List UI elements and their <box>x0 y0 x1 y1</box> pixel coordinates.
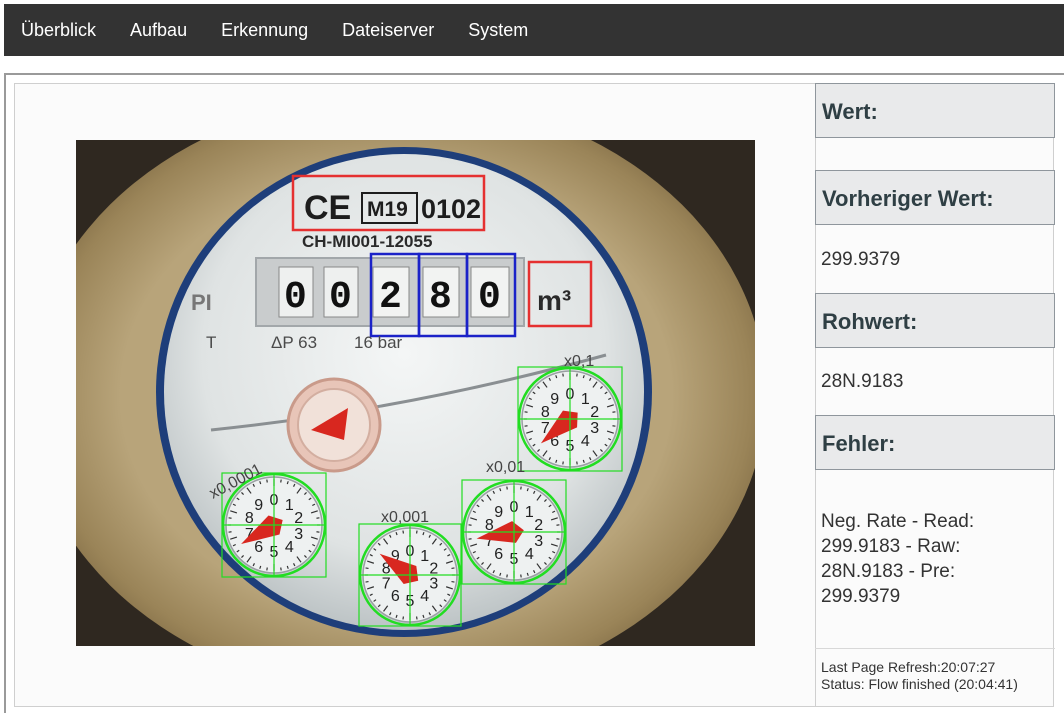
error-line: 299.9379 <box>821 584 1051 609</box>
previous-value-header: Vorheriger Wert: <box>815 170 1055 225</box>
dial-number: 9 <box>254 497 263 514</box>
dial-number: 3 <box>534 533 543 550</box>
brand-fragment: PI <box>191 290 212 315</box>
dial-number: 7 <box>382 576 391 593</box>
dial-number: 9 <box>494 504 503 521</box>
error-line: 28N.9183 - Pre: <box>821 559 1051 584</box>
error-line: Neg. Rate - Read: <box>821 509 1051 534</box>
status-area: Last Page Refresh:20:07:27 Status: Flow … <box>821 659 1053 693</box>
meter-image: CE M19 0102 CH-MI001-12055 PI 0 0 2 8 0 … <box>76 140 755 646</box>
dial-number: 1 <box>525 504 534 521</box>
dial-number: 4 <box>525 546 534 563</box>
dial-number: 6 <box>254 539 263 556</box>
digit-1: 0 <box>284 276 307 319</box>
dial-number: 4 <box>420 588 429 605</box>
dial-x0-001: 0123456789 <box>359 524 461 626</box>
nav-item-setup[interactable]: Aufbau <box>113 4 204 56</box>
dial-factor-3: x0,001 <box>381 509 429 526</box>
error-text: Neg. Rate - Read: 299.9183 - Raw: 28N.91… <box>821 509 1051 609</box>
nav-item-system[interactable]: System <box>451 4 545 56</box>
dial-x0-1: 0123456789 <box>518 367 622 471</box>
dial-number: 1 <box>285 497 294 514</box>
dial-number: 3 <box>294 526 303 543</box>
dial-number: 4 <box>581 433 590 450</box>
dial-factor-2: x0,01 <box>486 459 525 476</box>
nav-item-overview[interactable]: Überblick <box>4 4 113 56</box>
nav-item-recognition[interactable]: Erkennung <box>204 4 325 56</box>
spec-delta-p: ΔP 63 <box>271 333 317 352</box>
spec-pressure: 16 bar <box>354 333 403 352</box>
spec-t: T <box>206 333 216 352</box>
digit-4: 8 <box>429 276 452 319</box>
error-header: Fehler: <box>815 415 1055 470</box>
digit-5: 0 <box>478 276 501 319</box>
dial-number: 6 <box>494 546 503 563</box>
dial-number: 1 <box>581 391 590 408</box>
status-separator <box>815 648 1055 649</box>
previous-value-text: 299.9379 <box>821 247 1051 272</box>
dial-number: 3 <box>429 576 438 593</box>
dial-number: 1 <box>420 548 429 565</box>
raw-value-header: Rohwert: <box>815 293 1055 348</box>
digit-2: 0 <box>329 276 352 319</box>
nav-item-fileserver[interactable]: Dateiserver <box>325 4 451 56</box>
counter-digits: 0 0 2 8 0 <box>279 267 509 319</box>
last-refresh-text: Last Page Refresh:20:07:27 <box>821 659 1053 676</box>
dial-x0-01: 0123456789 <box>462 480 566 584</box>
flow-status-text: Status: Flow finished (20:04:41) <box>821 676 1053 693</box>
dial-factor-1: x0,1 <box>564 353 594 370</box>
digit-3: 2 <box>379 276 402 319</box>
main-navigation: Überblick Aufbau Erkennung Dateiserver S… <box>4 4 1064 56</box>
ce-mark: CE <box>304 189 351 227</box>
meter-serial: CH-MI001-12055 <box>302 232 432 251</box>
raw-value-text: 28N.9183 <box>821 369 1051 394</box>
error-line: 299.9183 - Raw: <box>821 534 1051 559</box>
class-mark: M19 <box>367 198 408 221</box>
unit-label: m³ <box>537 285 571 316</box>
value-header: Wert: <box>815 83 1055 138</box>
dial-number: 9 <box>550 391 559 408</box>
notified-body-number: 0102 <box>421 194 481 224</box>
dial-number: 4 <box>285 539 294 556</box>
dial-number: 6 <box>391 588 400 605</box>
dial-number: 3 <box>590 420 599 437</box>
